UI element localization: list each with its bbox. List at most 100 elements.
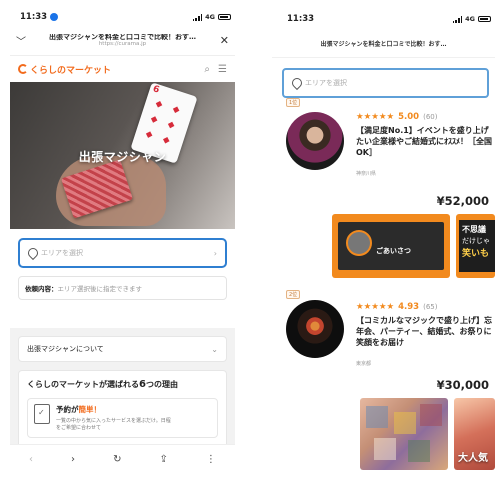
rank-badge: 1位 [286,98,301,107]
chevron-down-icon: ⌄ [211,344,218,354]
area-select[interactable]: エリアを選択 › [18,238,227,268]
rating-score: 4.93 [398,302,420,312]
thumbnail-text: 大人気 [458,453,488,464]
signal-icon [452,15,463,23]
close-icon[interactable]: ✕ [215,34,229,47]
avatar [286,112,344,170]
reason-title: 予約が簡単！ [56,404,171,415]
photo-tile [408,440,430,462]
area-select[interactable]: エリアを選択 [282,68,489,98]
reasons-title-prefix: くらしのマーケットが選ばれる [27,380,139,389]
status-time: 11:33 [287,14,315,24]
reload-icon[interactable]: ↻ [113,454,121,465]
photo-tile [366,406,388,428]
area-select-placeholder: エリアを選択 [305,79,347,87]
reasons-card: くらしのマーケットが選ばれる6つの理由 予約が簡単！ 一覧の中から気に入ったサー… [18,370,227,450]
site-header: くらしのマーケット ⌕ ☰ [10,56,235,82]
signal-icon [192,13,203,21]
page-title: 出張マジシャンを料金と口コミで比較！おす… [49,33,196,41]
chevron-right-icon: › [213,248,217,258]
reasons-title: くらしのマーケットが選ばれる6つの理由 [27,379,218,390]
listing-thumbnail[interactable]: 大人気 [454,398,495,470]
photo-tile [374,438,396,460]
right-phone-screen: 11:33 4G 出張マジシャンを料金と口コミで比較！おす… エリアを選択 1位… [272,8,495,473]
left-phone-screen: 11:33 4G ﹀ 出張マジシャンを料金と口コミで比較！おす… https:/… [10,8,235,473]
listing-thumbnail[interactable] [360,398,448,470]
screenshot-stage: 11:33 4G ﹀ 出張マジシャンを料金と口コミで比較！おす… https:/… [0,0,495,477]
about-label: 出張マジシャンについて [27,345,104,353]
listing-price: ¥30,000 [436,378,489,392]
review-count: (60) [423,113,438,121]
network-label: 4G [205,13,215,21]
reason-item: 予約が簡単！ 一覧の中から気に入ったサービスを選ぶだけ。日程 をご希望に合わせて [27,398,218,438]
browser-bottom-nav: ‹ › ↻ ⇪ ⋮ [10,444,235,473]
reason-desc-line: 一覧の中から気に入ったサービスを選ぶだけ。日程 [56,418,171,424]
reason-title-prefix: 予約が [56,405,79,414]
rating-score: 5.00 [398,112,420,122]
rating: ★★★★★ 5.00 (60) [356,112,437,122]
reason-title-highlight: 簡単！ [78,405,102,414]
logo-text: くらしのマーケット [30,65,112,76]
site-logo[interactable]: くらしのマーケット [18,63,111,76]
battery-icon [478,16,491,22]
location-pin-icon [292,78,300,88]
review-count: (65) [423,303,438,311]
checklist-icon [34,404,50,424]
more-icon[interactable]: ⋮ [206,454,216,465]
forward-arrow-icon[interactable]: › [71,454,75,465]
hero-image: 6 ◆ ◆ ◆ ◆ ◆ ◆ 出張マジシャン [10,82,235,229]
listing-thumbnail[interactable]: 不思議 だけじゃ 笑いも [456,214,495,278]
menu-icon[interactable]: ☰ [218,64,227,75]
diamond-icon: ◆ [149,113,159,126]
location-pin-icon [28,248,36,258]
browser-title[interactable]: 出張マジシャンを料金と口コミで比較！おす… https://curama.jp [30,34,215,48]
thumbnail-text: ごあいさつ [376,247,411,255]
area-select-placeholder: エリアを選択 [41,249,83,257]
location-icon [50,13,59,21]
listing-price: ¥52,000 [436,194,489,208]
thumbnail-text: 笑いも [462,249,490,259]
photo-tile [420,404,442,426]
diamond-icon: ◆ [161,134,171,147]
reason-desc: 一覧の中から気に入ったサービスを選ぶだけ。日程 をご希望に合わせて [56,418,171,431]
thumbnail-text: だけじゃ [462,237,490,245]
reason-desc-line: をご希望に合わせて [56,424,102,431]
listing-title[interactable]: 【コミカルなマジックで盛り上げ】忘年会、パーティー、結婚式、お祭りに笑顔をお届け [356,316,494,348]
diamond-icon: ◆ [144,129,154,141]
listing-title[interactable]: 【満足度No.1】イベントを盛り上げたい企業様やご結婚式にｵｽｽﾒ！［全国OK］ [356,126,494,158]
listing-thumbnail[interactable]: ごあいさつ [332,214,450,278]
star-icons: ★★★★★ [356,112,395,122]
request-value: エリア選択後に指定できます [57,285,143,293]
avatar [286,300,344,358]
about-accordion[interactable]: 出張マジシャンについて ⌄ [18,336,227,362]
rating: ★★★★★ 4.93 (65) [356,302,437,312]
listing-location: 東京都 [356,361,372,367]
avatar [346,230,372,256]
request-label: 依頼内容： [25,285,58,293]
chevron-down-icon[interactable]: ﹀ [16,33,30,48]
thumbnail-text: 不思議 [462,225,486,234]
network-label: 4G [465,15,475,23]
back-arrow-icon[interactable]: ‹ [29,454,33,465]
hero-caption: 出張マジシャン [78,150,167,164]
star-icons: ★★★★★ [356,302,395,312]
card-number: 6 [151,84,161,96]
status-bar: 11:33 4G [10,8,235,26]
browser-bar: ﹀ 出張マジシャンを料金と口コミで比較！おす… https://curama.j… [10,26,235,56]
logo-mark-icon [18,64,28,74]
diamond-icon: ◆ [171,104,181,116]
list-item[interactable]: 1位 ★★★★★ 5.00 (60) 【満足度No.1】イベントを盛り上げたい企… [272,96,495,286]
diamond-icon: ◆ [154,98,164,111]
share-icon[interactable]: ⇪ [160,454,168,465]
status-bar: 11:33 4G [272,8,495,30]
diamond-icon: ◆ [166,119,176,132]
reasons-title-suffix: つの理由 [145,380,178,389]
reasons-title-number: 6 [139,379,146,390]
request-field[interactable]: 依頼内容： エリア選択後に指定できます [18,276,227,300]
search-icon[interactable]: ⌕ [204,64,210,75]
page-url: https://curama.jp [98,41,147,48]
status-time: 11:33 [20,12,48,22]
battery-icon [218,14,231,20]
page-title: 出張マジシャンを料金と口コミで比較！おす… [272,30,495,58]
list-item[interactable]: 2位 ★★★★★ 4.93 (65) 【コミカルなマジックで盛り上げ】忘年会、パ… [272,288,495,473]
